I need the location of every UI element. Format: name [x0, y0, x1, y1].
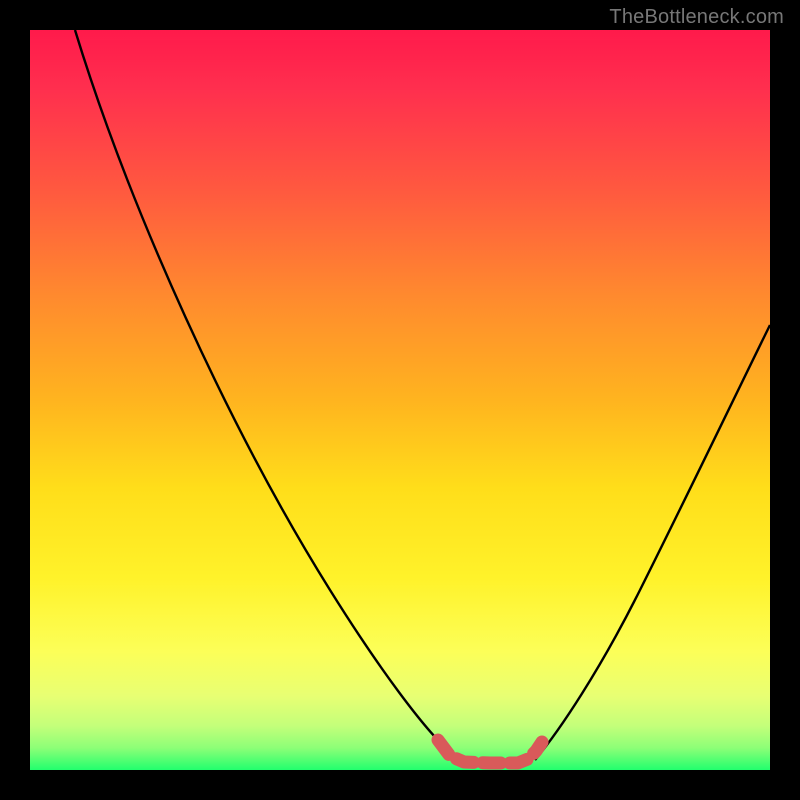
plot-area — [30, 30, 770, 770]
plateau-marker — [438, 740, 542, 763]
chart-frame: TheBottleneck.com — [0, 0, 800, 800]
curve-svg — [30, 30, 770, 770]
attribution-text: TheBottleneck.com — [609, 6, 784, 29]
left-curve — [75, 30, 467, 763]
right-curve — [535, 325, 770, 760]
